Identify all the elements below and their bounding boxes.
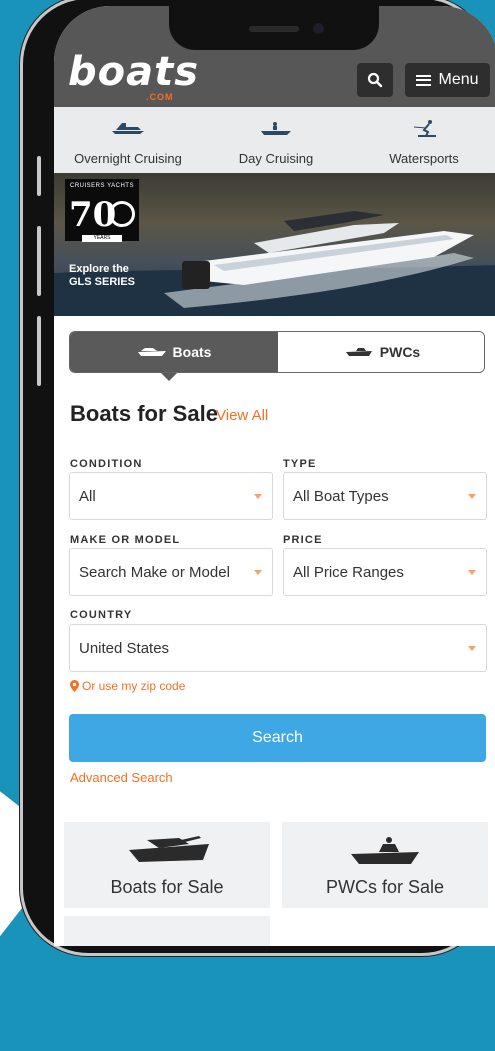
chevron-down-icon [468,646,476,651]
hamburger-icon [416,74,432,86]
view-all-link[interactable]: View All [216,407,268,424]
category-day-cruising[interactable]: Day Cruising [202,107,350,173]
make-model-value: Search Make or Model [79,564,230,581]
pwc-icon [345,348,372,356]
site-logo[interactable]: boats [68,50,199,94]
active-tab-caret [161,373,177,381]
tab-boats-label: Boats [172,344,212,360]
make-model-label: MAKE OR MODEL [70,534,181,546]
advanced-search-link[interactable]: Advanced Search [70,770,173,785]
price-select[interactable]: All Price Ranges [283,548,487,596]
hero-caption: Explore the GLS SERIES [69,263,135,289]
more-card[interactable] [64,916,270,946]
site-logo-suffix: .COM [146,92,174,102]
country-value: United States [79,640,170,657]
location-pin-icon [70,680,79,692]
phone-notch [169,6,379,50]
category-overnight-cruising[interactable]: Overnight Cruising [54,107,202,173]
boats-for-sale-card[interactable]: Boats for Sale [64,822,270,908]
make-model-select[interactable]: Search Make or Model [69,548,273,596]
category-label: Day Cruising [238,151,314,166]
phone-frame: boats .COM Menu Overnight Cruising Day C… [20,0,495,956]
chevron-down-icon [254,494,262,499]
brand-badge: CRUISERS YACHTS 70 YEARS [65,179,139,242]
zip-code-link[interactable]: Or use my zip code [70,679,185,693]
tab-pwcs-label: PWCs [379,344,421,360]
type-label: TYPE [283,458,317,470]
badge-brand: CRUISERS YACHTS [70,183,134,189]
condition-label: CONDITION [70,458,143,470]
zip-code-link-label: Or use my zip code [82,679,186,693]
category-strip: Overnight Cruising Day Cruising Waterspo… [54,107,495,173]
tab-pwcs[interactable]: PWCs [278,332,484,372]
price-value: All Price Ranges [293,564,404,581]
hero-banner[interactable]: CRUISERS YACHTS 70 YEARS Explore the GLS… [54,173,495,316]
category-watersports[interactable]: Watersports [350,107,495,173]
country-label: COUNTRY [70,609,133,621]
price-label: PRICE [283,534,323,546]
condition-select[interactable]: All [69,472,273,520]
chevron-down-icon [254,570,262,575]
hero-caption-line: Explore the [69,263,129,275]
badge-years: YEARS [82,235,122,242]
pwc-silhouette-icon [351,837,419,864]
type-value: All Boat Types [293,488,389,505]
type-select[interactable]: All Boat Types [283,472,487,520]
hero-caption-line: GLS SERIES [69,276,136,288]
search-icon [367,72,383,88]
water-skier-icon [413,120,436,137]
category-label: Watersports [389,151,459,166]
boat-icon [137,348,166,356]
speaker [249,26,299,32]
tab-boats[interactable]: Boats [70,332,278,372]
country-select[interactable]: United States [69,624,487,672]
condition-value: All [79,488,96,505]
section-title: Boats for Sale [70,401,218,426]
boat-silhouette-icon [129,836,209,862]
brand-logo-icon [109,201,135,227]
pwcs-for-sale-card[interactable]: PWCs for Sale [282,822,488,908]
card-label: PWCs for Sale [325,877,445,897]
phone-side-button [37,226,41,296]
phone-side-button [37,156,41,196]
card-label: Boats for Sale [110,877,224,897]
camera [313,23,324,34]
chevron-down-icon [468,570,476,575]
phone-screen: boats .COM Menu Overnight Cruising Day C… [54,6,495,946]
category-label: Overnight Cruising [74,151,182,166]
search-button[interactable]: Search [69,714,486,762]
day-boat-icon [261,122,291,135]
menu-button-label: Menu [438,71,479,88]
menu-button[interactable]: Menu [405,63,490,97]
header-search-button[interactable] [357,63,393,97]
cruiser-boat-icon [112,123,144,134]
vehicle-tabs: Boats PWCs [69,331,485,373]
phone-side-button [37,316,41,386]
chevron-down-icon [468,494,476,499]
